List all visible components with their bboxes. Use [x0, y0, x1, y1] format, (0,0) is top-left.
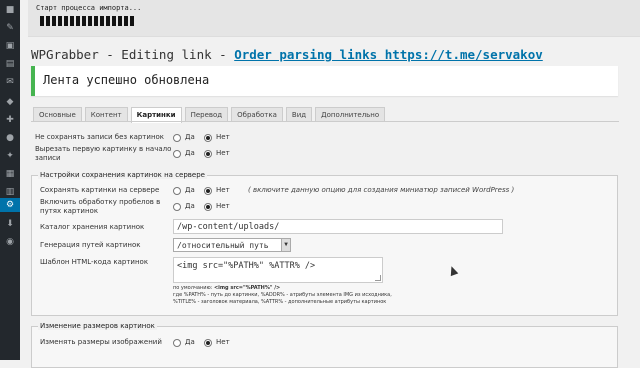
users-icon[interactable]: ● — [4, 132, 16, 144]
radio-no-label: Нет — [216, 149, 230, 157]
comments-icon[interactable]: ✉ — [4, 76, 16, 88]
html-template-value: <img src="%PATH%" %ATTR% /> — [177, 261, 316, 271]
media-icon[interactable]: ▣ — [4, 40, 16, 52]
download-icon[interactable]: ⬇ — [4, 218, 16, 230]
default-prefix: по умолчанию: — [173, 285, 214, 291]
resize-images-no-radio[interactable] — [204, 339, 212, 347]
settings-tabs: Основные Контент Картинки Перевод Обрабо… — [33, 107, 386, 123]
appearance-icon[interactable]: ◆ — [4, 96, 16, 108]
path-gen-label: Генерация путей картинок — [40, 241, 141, 249]
progress-segment — [46, 16, 50, 26]
radio-yes-label: Да — [185, 338, 195, 346]
progress-segment — [100, 16, 104, 26]
import-status-box: Старт процесса импорта... — [28, 0, 640, 37]
progress-segment — [130, 16, 134, 26]
html-template-textarea[interactable]: <img src="%PATH%" %ATTR% /> — [173, 257, 383, 283]
path-gen-select[interactable]: /относительный путь ▼ — [173, 238, 291, 252]
radio-no-label: Нет — [216, 202, 230, 210]
pin-icon[interactable]: ✎ — [4, 22, 16, 34]
progress-segment — [52, 16, 56, 26]
save-images-hint: ( включите данную опцию для создания мин… — [248, 186, 515, 194]
radio-yes-label: Да — [185, 186, 195, 194]
progress-segment — [112, 16, 116, 26]
html-template-label: Шаблон HTML-кода картинок — [40, 258, 149, 266]
path-gen-selected: /относительный путь — [177, 241, 269, 250]
order-parsing-link[interactable]: Order parsing links https://t.me/servako… — [234, 47, 543, 62]
admin-sidebar: ■ ✎ ▣ ▤ ✉ ◆ ✚ ● ✦ ▦ ▥ ⚙ ⬇ ◉ — [0, 0, 20, 360]
tab-obrabotka[interactable]: Обработка — [231, 107, 283, 122]
cut-first-image-no-radio[interactable] — [204, 150, 212, 158]
resize-images-yes-radio[interactable] — [173, 339, 181, 347]
tab-dopolnitelno[interactable]: Дополнительно — [315, 107, 386, 122]
space-processing-no-radio[interactable] — [204, 203, 212, 211]
cut-first-image-yes-radio[interactable] — [173, 150, 181, 158]
progress-segment — [64, 16, 68, 26]
default-value: <img src="%PATH%" /> — [213, 285, 281, 291]
storage-dir-input[interactable]: /wp-content/uploads/ — [173, 219, 503, 234]
radio-no-label: Нет — [216, 186, 230, 194]
progress-segment — [88, 16, 92, 26]
tab-perevod[interactable]: Перевод — [184, 107, 229, 122]
resize-fieldset — [31, 326, 618, 368]
tab-osnovnye[interactable]: Основные — [33, 107, 82, 122]
cut-first-image-label-line2: записи — [35, 154, 61, 162]
no-save-without-images-no-radio[interactable] — [204, 134, 212, 142]
cut-first-image-label: Вырезать первую картинку в начало — [35, 145, 172, 153]
server-settings-legend: Настройки сохранения картинок на сервере — [38, 171, 207, 179]
import-progress-bar — [40, 16, 160, 26]
progress-segment — [94, 16, 98, 26]
success-notice-text: Лента успешно обновлена — [43, 73, 210, 87]
page-title: WPGrabber - Editing link - Order parsing… — [31, 47, 543, 62]
table-icon[interactable]: ▥ — [4, 186, 16, 198]
pages-icon[interactable]: ▤ — [4, 58, 16, 70]
progress-segment — [40, 16, 44, 26]
success-notice: Лента успешно обновлена — [31, 66, 618, 96]
resize-legend: Изменение размеров картинок — [38, 322, 157, 330]
radio-yes-label: Да — [185, 202, 195, 210]
html-template-help-line2: %TITLE% - заголовок материала, %ATTR% - … — [173, 299, 387, 305]
collapse-icon[interactable]: ◉ — [4, 236, 16, 248]
plugins-icon[interactable]: ✚ — [4, 114, 16, 126]
resize-images-label: Изменять размеры изображений — [40, 338, 162, 346]
space-processing-label: Включить обработку пробелов в — [40, 198, 161, 206]
resize-grip-icon[interactable] — [375, 275, 381, 281]
settings-icon[interactable]: ▦ — [4, 168, 16, 180]
save-images-yes-radio[interactable] — [173, 187, 181, 195]
save-images-no-radio[interactable] — [204, 187, 212, 195]
progress-segment — [118, 16, 122, 26]
save-images-label: Сохранять картинки на сервере — [40, 186, 160, 194]
progress-segment — [124, 16, 128, 26]
progress-segment — [58, 16, 62, 26]
no-save-without-images-label: Не сохранять записи без картинок — [35, 133, 165, 141]
progress-segment — [70, 16, 74, 26]
space-processing-yes-radio[interactable] — [173, 203, 181, 211]
storage-dir-label: Каталог хранения картинок — [40, 223, 145, 231]
radio-yes-label: Да — [185, 133, 195, 141]
title-prefix: WPGrabber - Editing link - — [31, 47, 235, 62]
progress-segment — [82, 16, 86, 26]
html-template-default: по умолчанию: <img src="%PATH%" /> — [173, 285, 280, 292]
tab-vid[interactable]: Вид — [285, 107, 313, 122]
progress-segment — [76, 16, 80, 26]
html-template-help-line1: где %PATH% - путь до картинки, %ADDR% - … — [173, 292, 392, 298]
radio-yes-label: Да — [185, 149, 195, 157]
no-save-without-images-yes-radio[interactable] — [173, 134, 181, 142]
import-status-text: Старт процесса импорта... — [36, 4, 142, 12]
radio-no-label: Нет — [216, 338, 230, 346]
tab-kontent[interactable]: Контент — [84, 107, 128, 122]
tools-icon[interactable]: ✦ — [4, 150, 16, 162]
chevron-down-icon[interactable]: ▼ — [281, 239, 290, 251]
wpgrabber-gear-icon[interactable]: ⚙ — [0, 198, 20, 212]
space-processing-label-line2: путях картинок — [40, 207, 99, 215]
radio-no-label: Нет — [216, 133, 230, 141]
tabs-divider — [31, 121, 619, 122]
progress-segment — [106, 16, 110, 26]
dashboard-icon[interactable]: ■ — [4, 4, 16, 16]
